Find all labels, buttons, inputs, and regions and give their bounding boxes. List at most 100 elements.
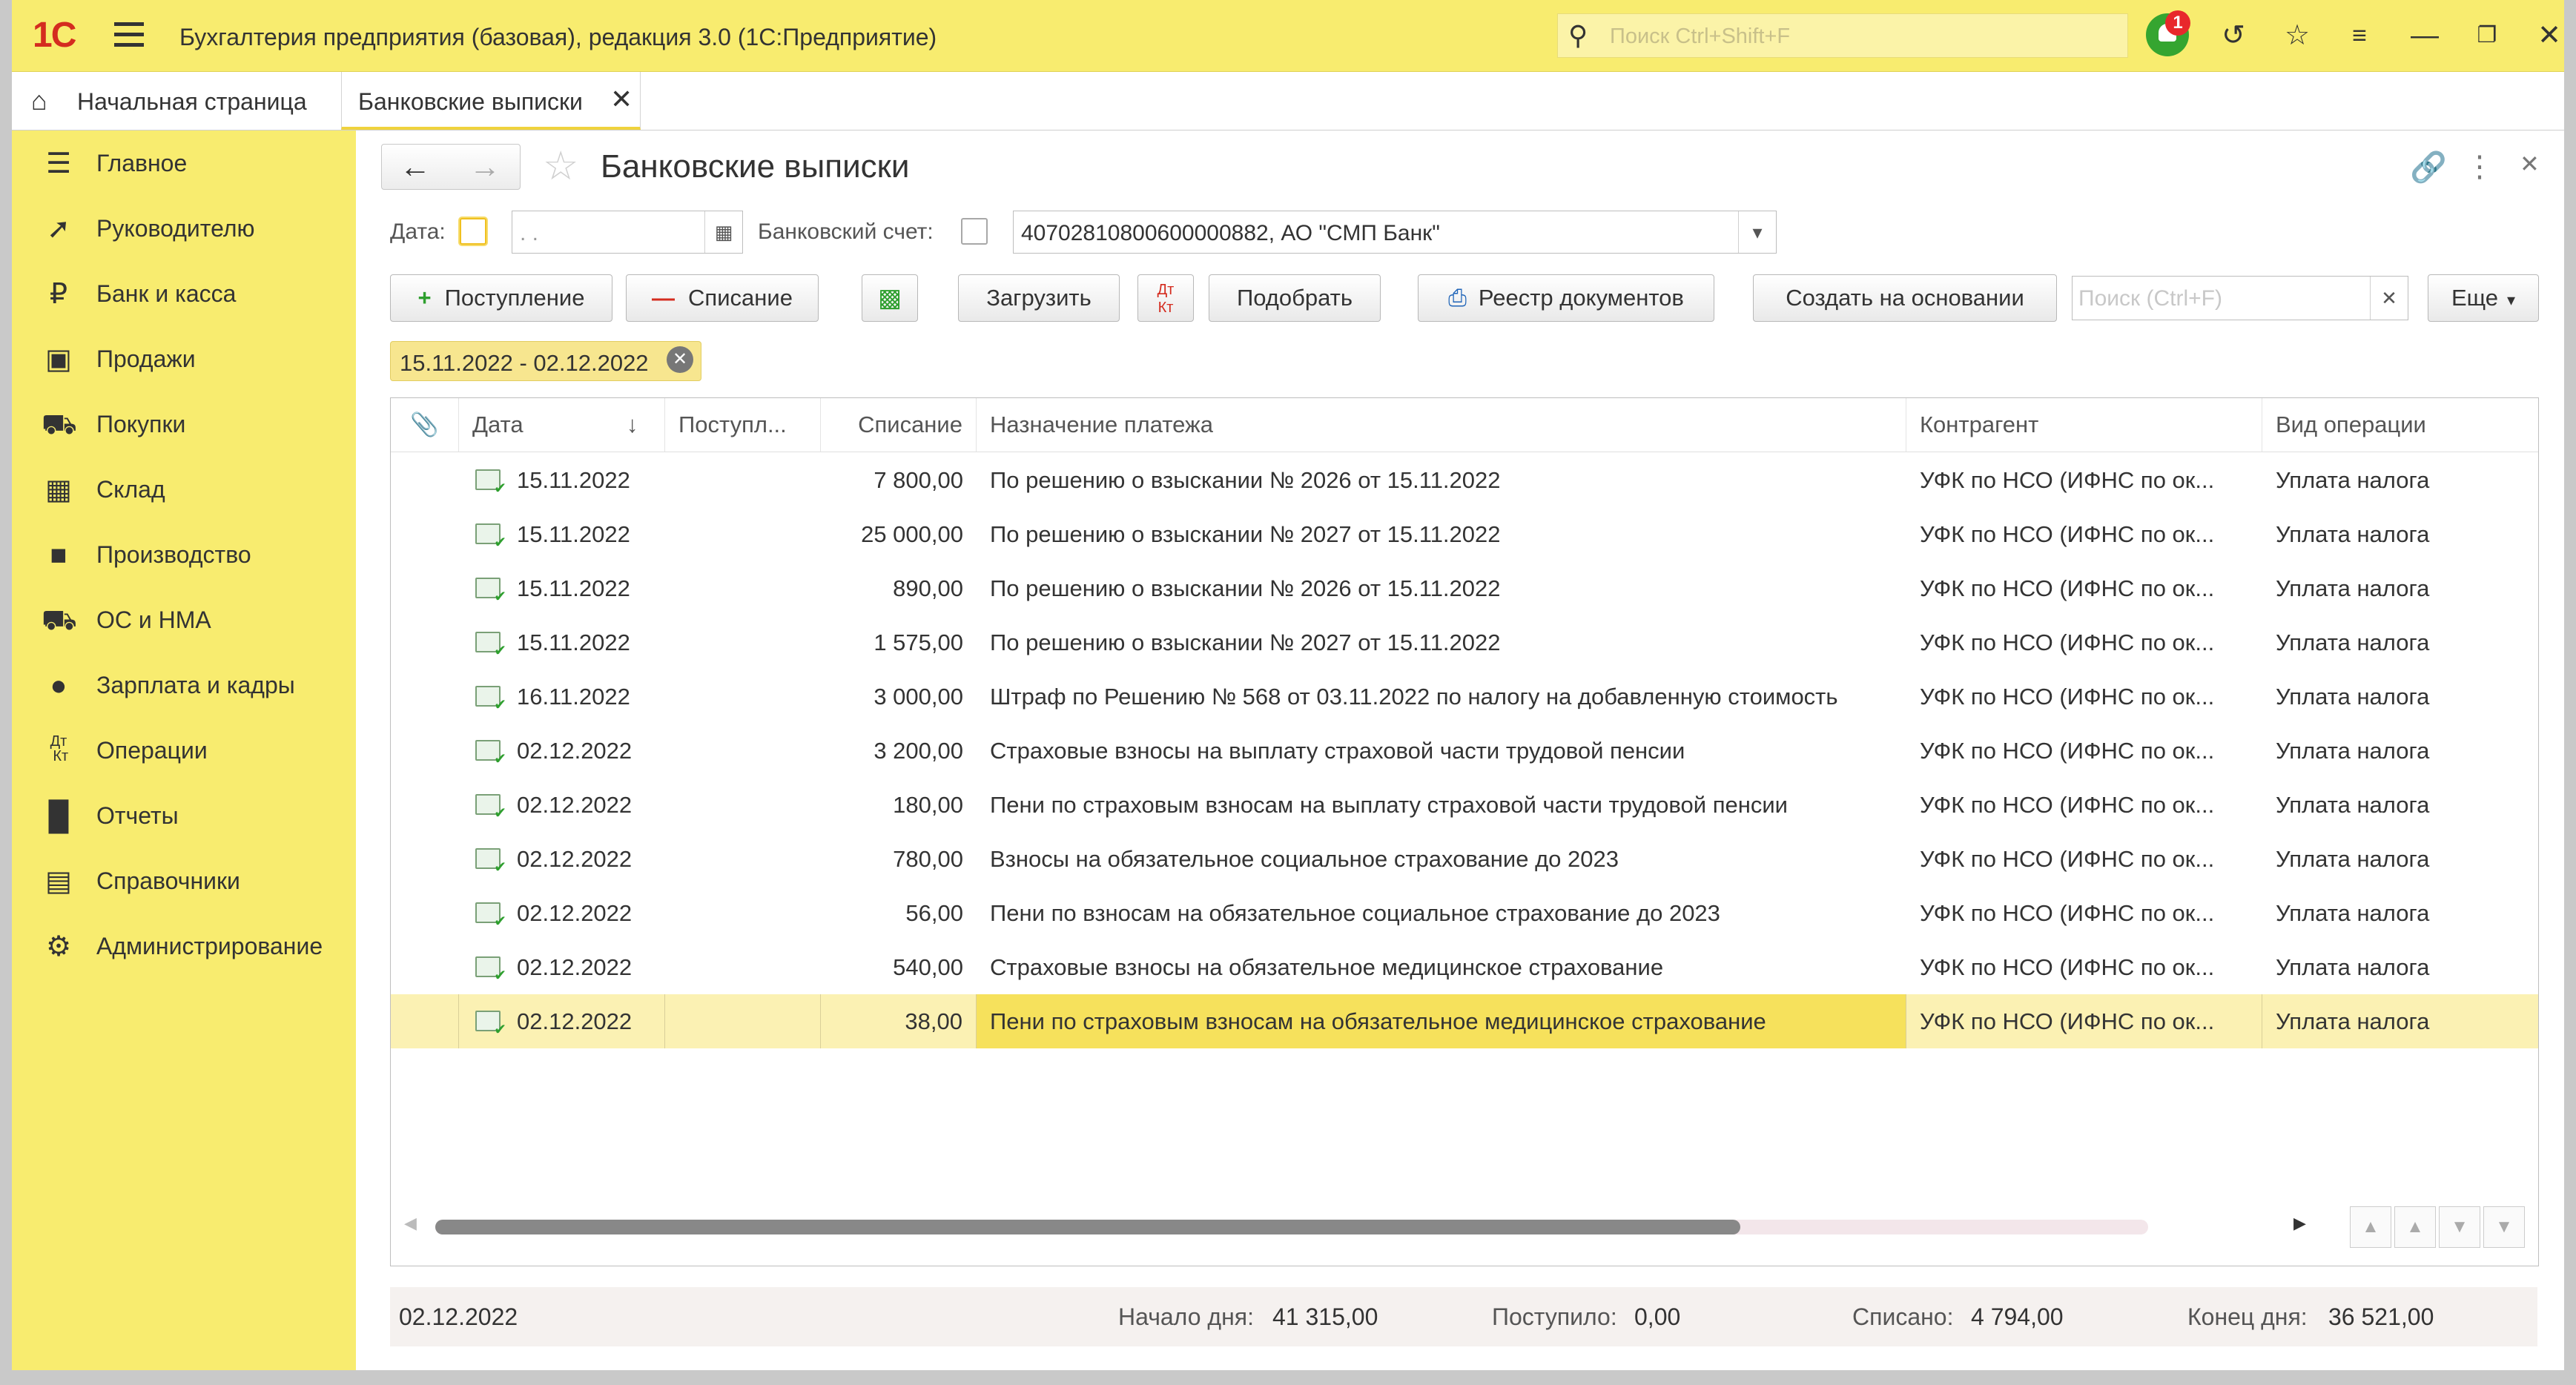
sidebar-item-catalogs[interactable]: ▤ Справочники <box>12 853 356 912</box>
posted-document-icon <box>475 902 506 929</box>
column-header-operation[interactable]: Вид операции <box>2262 398 2538 452</box>
attachment-column-icon[interactable]: 📎 <box>391 398 459 452</box>
counterparty-cell: УФК по НСО (ИФНС по ок... <box>1920 684 2215 710</box>
end-balance-value: 36 521,00 <box>2328 1303 2434 1330</box>
posted-document-icon <box>475 523 506 550</box>
window-close-icon[interactable]: ✕ <box>2530 16 2564 55</box>
horizontal-scrollbar[interactable] <box>435 1220 2148 1234</box>
back-arrow-icon[interactable]: ← <box>400 149 431 185</box>
dt-kt-button[interactable]: Дт Кт <box>1137 274 1194 322</box>
writeoff-button[interactable]: — Списание <box>626 274 819 322</box>
sidebar-item-label: Зарплата и кадры <box>96 672 295 698</box>
scroll-first-icon[interactable]: ▲ <box>2350 1206 2391 1248</box>
sidebar-item-sales[interactable]: ▣ Продажи <box>12 331 356 390</box>
app-title: Бухгалтерия предприятия (базовая), редак… <box>179 24 937 50</box>
forward-arrow-icon[interactable]: → <box>469 149 501 185</box>
table-row[interactable]: 02.12.2022 38,00Пени по страховым взносам… <box>391 994 2538 1048</box>
bank-account-filter-checkbox[interactable] <box>961 218 988 245</box>
scroll-right-icon[interactable]: ▶ <box>2293 1214 2306 1233</box>
table-row[interactable]: 02.12.2022 180,00 Пени по страховым взноса… <box>391 778 2538 832</box>
sidebar-item-manager[interactable]: ➚ Руководителю <box>12 200 356 260</box>
clear-search-icon[interactable]: ✕ <box>2370 277 2408 320</box>
page-title: Банковские выписки <box>601 148 910 185</box>
load-file-icon: ▩ <box>877 284 902 312</box>
scroll-up-icon[interactable]: ▲ <box>2394 1206 2436 1248</box>
more-vertical-icon[interactable]: ⋮ <box>2465 150 2494 184</box>
scroll-down-icon[interactable]: ▼ <box>2439 1206 2480 1248</box>
tab-home[interactable]: ⌂ Начальная страница <box>12 72 338 130</box>
sidebar-item-payroll[interactable]: ● Зарплата и кадры <box>12 657 356 716</box>
sidebar-item-fixed-assets[interactable]: ⛟ ОС и НМА <box>12 592 356 651</box>
registry-button[interactable]: ⎙ Реестр документов <box>1418 274 1714 322</box>
table-row[interactable]: 02.12.2022 780,00 Взносы на обязательное с… <box>391 832 2538 886</box>
favorite-star-icon[interactable]: ☆ <box>543 142 578 189</box>
minimize-icon[interactable]: — <box>2405 16 2444 55</box>
purpose-cell: По решению о взыскании № 2027 от 15.11.2… <box>990 521 1501 547</box>
sidebar-item-main[interactable]: ☰ Главное <box>12 135 356 194</box>
main-menu-icon[interactable] <box>114 22 144 47</box>
pick-button[interactable]: Подобрать <box>1209 274 1381 322</box>
column-header-date[interactable]: Дата ↓ <box>459 398 665 452</box>
cart-icon: ⛟ <box>42 409 77 440</box>
table-row[interactable]: 02.12.2022 3 200,00 Страховые взносы на вы… <box>391 724 2538 778</box>
sidebar-item-label: Покупки <box>96 411 186 437</box>
table-row[interactable]: 02.12.2022 540,00 Страховые взносы на обяз… <box>391 940 2538 994</box>
counterparty-cell: УФК по НСО (ИФНС по ок... <box>1920 792 2215 818</box>
sidebar-item-production[interactable]: ■ Производство <box>12 526 356 586</box>
column-header-purpose[interactable]: Назначение платежа <box>977 398 1906 452</box>
favorites-star-icon[interactable]: ☆ <box>2278 16 2316 55</box>
sidebar-item-reports[interactable]: █ Отчеты <box>12 787 356 847</box>
calendar-icon[interactable]: ▦ <box>704 211 742 253</box>
sidebar-item-label: Справочники <box>96 867 240 894</box>
restore-icon[interactable]: ❐ <box>2468 16 2506 55</box>
scroll-left-icon[interactable]: ◀ <box>404 1214 417 1233</box>
purpose-cell: Страховые взносы на выплату страховой ча… <box>990 738 1685 764</box>
footer-date: 02.12.2022 <box>399 1303 518 1330</box>
table-row[interactable]: 15.11.2022 25 000,00 По решению о взыскани… <box>391 507 2538 561</box>
main-form: ← → ☆ Банковские выписки 🔗 ⋮ ✕ Дата: . .… <box>356 130 2564 1370</box>
sidebar-item-purchases[interactable]: ⛟ Покупки <box>12 396 356 455</box>
column-header-counterparty[interactable]: Контрагент <box>1906 398 2262 452</box>
create-based-button[interactable]: Создать на основании <box>1753 274 2057 322</box>
scrollbar-thumb[interactable] <box>435 1220 1740 1234</box>
sidebar-item-warehouse[interactable]: ▦ Склад <box>12 461 356 520</box>
load-from-file-button[interactable]: ▩ <box>862 274 918 322</box>
column-header-receipt[interactable]: Поступл... <box>665 398 821 452</box>
sidebar-item-bank[interactable]: ₽ Банк и касса <box>12 265 356 325</box>
tab-bank-statements[interactable]: Банковские выписки ✕ <box>341 72 641 130</box>
form-close-icon[interactable]: ✕ <box>2520 150 2540 178</box>
scroll-last-icon[interactable]: ▼ <box>2483 1206 2525 1248</box>
posted-document-icon <box>475 1011 506 1037</box>
date-filter-checkbox[interactable] <box>460 218 486 245</box>
column-header-writeoff[interactable]: Списание <box>821 398 977 452</box>
receipt-cell <box>665 724 821 778</box>
bank-account-field[interactable]: 40702810800600000882, АО "СМП Банк" ▾ <box>1013 211 1777 254</box>
date-field[interactable]: . . ▦ <box>512 211 743 254</box>
date-cell: 02.12.2022 <box>459 940 665 994</box>
global-search-input[interactable]: ⚲ Поиск Ctrl+Shift+F <box>1557 13 2128 58</box>
sidebar-item-admin[interactable]: ⚙ Администрирование <box>12 918 356 977</box>
row-attachment-cell <box>391 886 459 940</box>
link-icon[interactable]: 🔗 <box>2410 150 2447 185</box>
dropdown-icon[interactable]: ▾ <box>1738 211 1776 253</box>
settings-menu-icon[interactable]: ≡ <box>2340 16 2379 55</box>
list-search-input[interactable]: Поиск (Ctrl+F) ✕ <box>2072 276 2408 320</box>
row-attachment-cell <box>391 453 459 507</box>
history-icon[interactable]: ↺ <box>2214 16 2253 55</box>
table-row[interactable]: 02.12.2022 56,00 Пени по взносам на обязат… <box>391 886 2538 940</box>
tab-close-icon[interactable]: ✕ <box>610 84 633 115</box>
date-cell: 02.12.2022 <box>459 778 665 832</box>
sidebar-item-operations[interactable]: Дт Кт Операции <box>12 722 356 781</box>
period-filter-chip[interactable]: 15.11.2022 - 02.12.2022 ✕ <box>390 341 701 381</box>
clear-filter-icon[interactable]: ✕ <box>667 346 693 373</box>
more-button[interactable]: Еще ▾ <box>2428 274 2539 322</box>
load-button[interactable]: Загрузить <box>958 274 1120 322</box>
app-logo[interactable]: 1С <box>33 15 76 56</box>
date-label: Дата: <box>390 219 446 244</box>
table-row[interactable]: 15.11.2022 890,00 По решению о взыскании №… <box>391 561 2538 615</box>
table-row[interactable]: 15.11.2022 1 575,00 По решению о взыскании… <box>391 615 2538 670</box>
receipt-button[interactable]: + Поступление <box>390 274 612 322</box>
receipt-cell <box>665 886 821 940</box>
table-row[interactable]: 15.11.2022 7 800,00 По решению о взыскании… <box>391 453 2538 507</box>
table-row[interactable]: 16.11.2022 3 000,00 Штраф по Решению № 568… <box>391 670 2538 724</box>
